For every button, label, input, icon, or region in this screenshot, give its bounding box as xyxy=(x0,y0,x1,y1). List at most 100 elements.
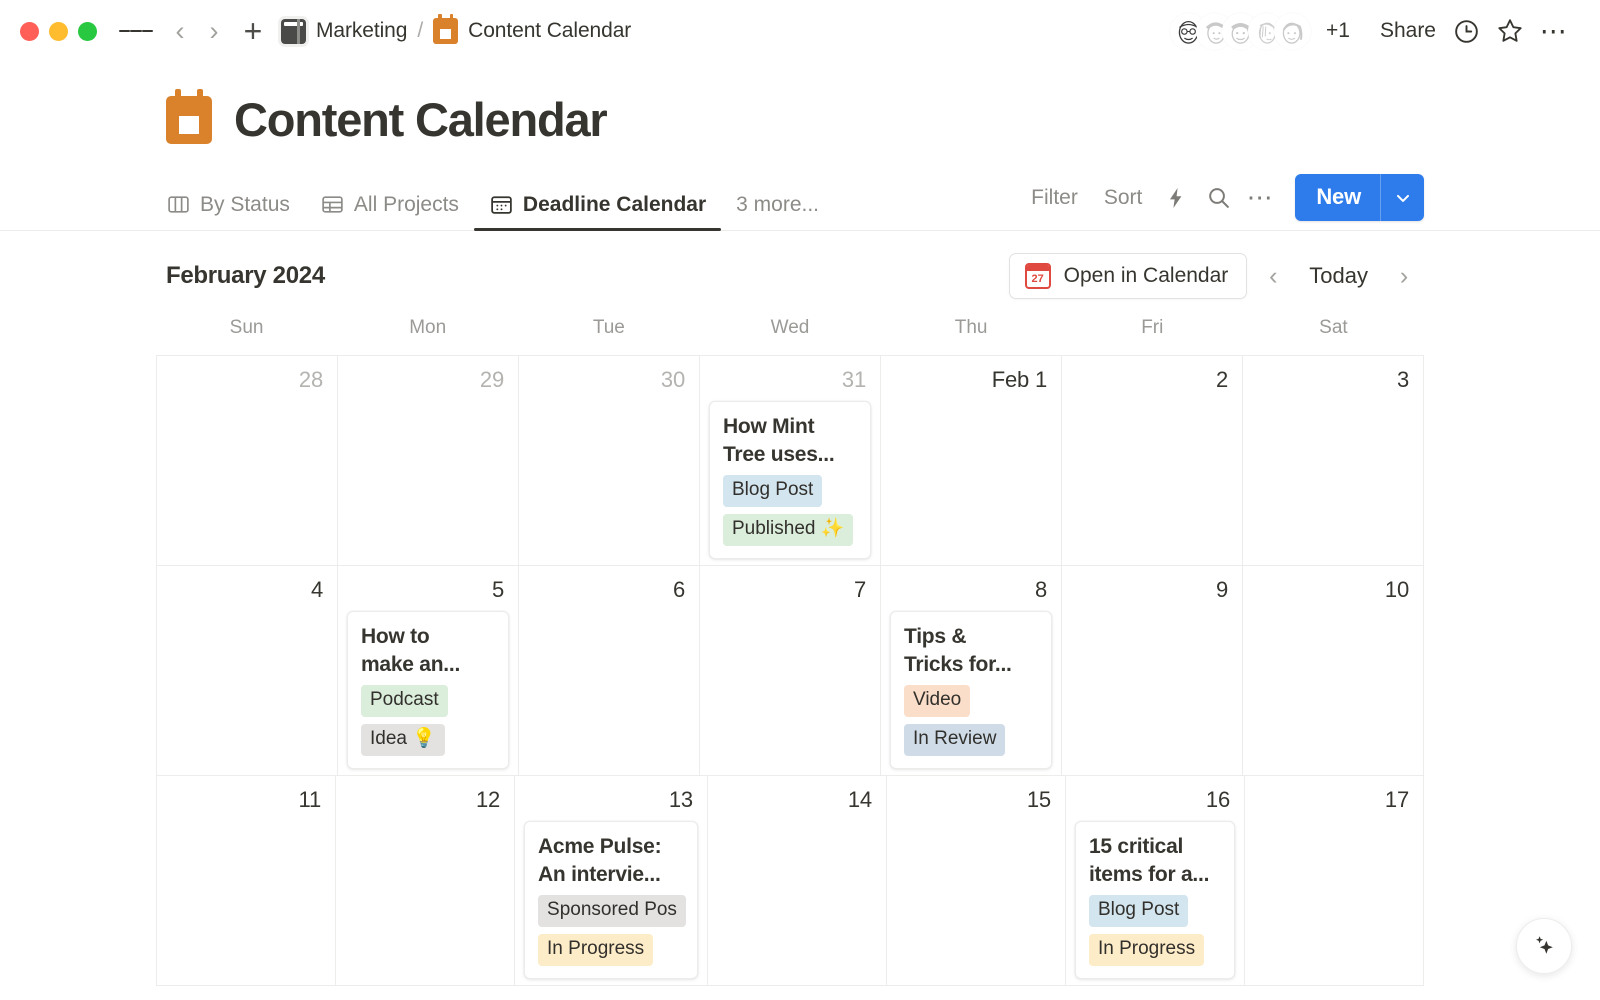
breadcrumb-item-marketing[interactable]: Marketing xyxy=(281,18,407,44)
avatar[interactable] xyxy=(1274,12,1311,50)
day-number: 17 xyxy=(1384,787,1409,812)
event-title-line: Tree uses... xyxy=(723,442,835,466)
calendar-orange-icon[interactable] xyxy=(166,88,212,144)
additional-members-count[interactable]: +1 xyxy=(1326,19,1350,43)
calendar-day-cell[interactable]: 17 xyxy=(1244,776,1424,986)
event-title-line: Acme Pulse: xyxy=(538,835,662,858)
notebook-icon xyxy=(281,18,306,44)
calendar-week-row: 11 12 13 Acme Pulse: An intervie... Sponsored… xyxy=(157,776,1424,986)
day-number: 10 xyxy=(1384,577,1409,602)
more-options-icon[interactable]: ⋯ xyxy=(1239,179,1281,217)
day-number: 30 xyxy=(660,367,685,392)
open-in-calendar-button[interactable]: 27 Open in Calendar xyxy=(1008,253,1248,299)
sparkles-ai-icon[interactable] xyxy=(1516,918,1572,974)
calendar-event-card[interactable]: How to make an... Podcast Idea 💡 xyxy=(347,611,509,769)
calendar-event-card[interactable]: Tips & Tricks for... Video In Review xyxy=(890,611,1052,769)
day-of-week-label: Tue xyxy=(592,317,625,338)
event-tags: Sponsored Pos In Progress xyxy=(538,895,686,966)
calendar-day-cell[interactable]: Feb 1 xyxy=(881,356,1062,566)
day-of-week-label: Sun xyxy=(229,317,264,338)
day-number: 16 xyxy=(1205,787,1230,812)
calendar-day-cell[interactable]: 31 How Mint Tree uses... Blog Post Published… xyxy=(700,356,881,566)
window-traffic-lights xyxy=(20,21,97,41)
titlebar-actions: +1 Share ⋯ xyxy=(1170,11,1576,51)
calendar-event-card[interactable]: Acme Pulse: An intervie... Sponsored Pos In… xyxy=(524,821,698,979)
calendar-day-cell[interactable]: 4 xyxy=(157,566,338,776)
event-title-line: Tricks for... xyxy=(904,652,1012,676)
previous-month-button[interactable]: ‹ xyxy=(1253,256,1293,296)
calendar-event-card[interactable]: 15 critical items for a... Blog Post In Pro… xyxy=(1074,821,1235,979)
back-chevron-icon[interactable]: ‹ xyxy=(163,14,197,48)
calendar-day-cell[interactable]: 9 xyxy=(1062,566,1243,776)
day-number: 12 xyxy=(475,787,501,812)
calendar-day-cell[interactable]: 13 Acme Pulse: An intervie... Sponsored Pos… xyxy=(515,776,708,986)
more-options-icon[interactable]: ⋯ xyxy=(1532,11,1576,51)
event-title: 15 critical items for a... xyxy=(1089,833,1223,888)
today-button[interactable]: Today xyxy=(1299,257,1378,295)
page-header: Content Calendar xyxy=(0,62,1600,147)
event-status-tag: In Review xyxy=(904,724,1006,756)
calendar-day-cell[interactable]: 14 xyxy=(707,776,887,986)
calendar-day-cell[interactable]: 12 xyxy=(336,776,516,986)
day-of-week-label: Thu xyxy=(954,317,988,338)
minimize-window-button[interactable] xyxy=(49,21,68,41)
hamburger-icon[interactable] xyxy=(119,16,153,46)
calendar-day-cell[interactable]: 8 Tips & Tricks for... Video In Review xyxy=(881,566,1062,776)
tab-label: All Projects xyxy=(353,192,459,216)
day-number: 13 xyxy=(668,787,693,812)
calendar-27-icon: 27 xyxy=(1024,263,1051,289)
view-tabs: By Status All Projects Deadline Calendar… xyxy=(166,175,834,231)
calendar-header: February 2024 27 Open in Calendar ‹ Toda… xyxy=(0,231,1600,317)
day-number: 31 xyxy=(841,367,866,392)
calendar-day-cell[interactable]: 6 xyxy=(519,566,700,776)
close-window-button[interactable] xyxy=(20,21,39,41)
calendar-day-cell[interactable]: 15 xyxy=(886,776,1066,986)
tab-all-projects[interactable]: All Projects xyxy=(305,192,474,230)
calendar-day-cell[interactable]: 29 xyxy=(338,356,519,566)
plus-icon[interactable]: + xyxy=(235,14,271,48)
tab-label: By Status xyxy=(200,192,290,216)
forward-chevron-icon[interactable]: › xyxy=(197,14,231,48)
calendar-day-cell[interactable]: 2 xyxy=(1062,356,1243,566)
day-of-week-header: Sun Mon Tue Wed Thu Fri Sat xyxy=(156,317,1424,355)
next-month-button[interactable]: › xyxy=(1384,256,1424,296)
chevron-down-icon[interactable] xyxy=(1380,174,1424,221)
calendar-day-cell[interactable]: 5 How to make an... Podcast Idea 💡 xyxy=(338,566,519,776)
calendar-icon-day-number: 27 xyxy=(1031,273,1044,285)
breadcrumb-item-content-calendar[interactable]: Content Calendar xyxy=(433,14,632,44)
calendar-day-cell[interactable]: 7 xyxy=(700,566,881,776)
table-icon xyxy=(320,192,345,217)
calendar-day-cell[interactable]: 3 xyxy=(1243,356,1424,566)
event-title-line: items for a... xyxy=(1088,862,1210,886)
calendar-day-cell[interactable]: 30 xyxy=(519,356,700,566)
star-icon[interactable] xyxy=(1488,11,1532,51)
new-button[interactable]: New xyxy=(1295,174,1380,221)
open-in-calendar-label: Open in Calendar xyxy=(1063,264,1229,287)
calendar-event-card[interactable]: How Mint Tree uses... Blog Post Published ✨ xyxy=(709,401,871,559)
event-status-tag: In Progress xyxy=(1088,934,1205,966)
day-number: 4 xyxy=(310,577,323,602)
calendar-day-cell[interactable]: 11 xyxy=(157,776,336,986)
share-button[interactable]: Share xyxy=(1372,15,1444,47)
history-clock-icon[interactable] xyxy=(1444,11,1488,51)
lightning-icon[interactable] xyxy=(1155,179,1197,217)
tab-more-views[interactable]: 3 more... xyxy=(721,193,834,230)
page-title[interactable]: Content Calendar xyxy=(234,92,608,147)
day-number: 3 xyxy=(1396,367,1409,392)
sort-button[interactable]: Sort xyxy=(1091,180,1156,216)
calendar-day-cell[interactable]: 16 15 critical items for a... Blog Post In P… xyxy=(1065,776,1245,986)
calendar-orange-icon xyxy=(433,14,459,44)
breadcrumb-label: Content Calendar xyxy=(468,19,632,42)
month-label: February 2024 xyxy=(166,262,325,289)
calendar-day-cell[interactable]: 28 xyxy=(157,356,338,566)
calendar-day-cell[interactable]: 10 xyxy=(1243,566,1424,776)
event-title-line: 15 critical xyxy=(1088,835,1184,858)
day-of-week-label: Fri xyxy=(1141,317,1164,338)
tab-by-status[interactable]: By Status xyxy=(166,192,305,230)
filter-button[interactable]: Filter xyxy=(1018,180,1091,216)
zoom-window-button[interactable] xyxy=(78,21,97,41)
new-button-group: New xyxy=(1295,174,1424,221)
tab-deadline-calendar[interactable]: Deadline Calendar xyxy=(473,192,722,231)
search-icon[interactable] xyxy=(1197,179,1239,217)
collaborator-avatars[interactable] xyxy=(1170,12,1317,50)
